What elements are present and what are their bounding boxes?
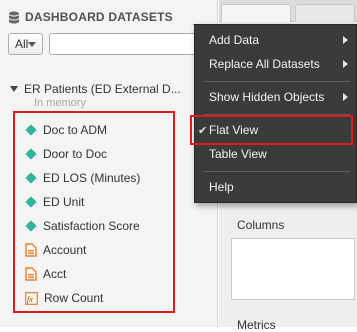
submenu-arrow-icon [343,36,348,44]
metric-diamond-icon [25,220,37,232]
database-icon [9,11,19,23]
field-label: Doc to ADM [43,123,108,137]
list-item[interactable]: Acct [25,262,175,286]
menu-divider [203,114,350,115]
dataset-options-menu: Add Data Replace All Datasets Show Hidde… [194,24,357,203]
search-input[interactable] [49,33,215,55]
menu-item-help[interactable]: Help [195,176,357,198]
field-label: Row Count [44,291,104,305]
menu-item-label: Help [209,180,234,194]
panel-title: DASHBOARD DATASETS [25,10,173,24]
datasets-panel: DASHBOARD DATASETS All ER Patients (ED E… [0,0,218,327]
checkmark-icon: ✔ [198,124,208,137]
panel-header: DASHBOARD DATASETS [8,8,173,26]
menu-divider [203,171,350,172]
menu-item-label: Flat View [209,123,259,137]
menu-item-table-view[interactable]: Table View [195,143,357,165]
tab-active[interactable] [221,4,291,22]
select-value: All [15,37,29,51]
tab-inactive[interactable] [295,4,355,22]
columns-label: Columns [237,218,285,232]
menu-item-replace-all-datasets[interactable]: Replace All Datasets [195,53,357,75]
metric-diamond-icon [25,172,37,184]
menu-item-label: Replace All Datasets [209,57,320,71]
menu-divider [203,81,350,82]
tab-strip [219,0,357,22]
dataset-header[interactable]: ER Patients (ED External D... [10,80,181,98]
metric-diamond-icon [25,196,37,208]
menu-item-label: Show Hidden Objects [209,90,325,104]
list-item[interactable]: Doc to ADM [25,118,175,142]
submenu-arrow-icon [343,60,348,68]
menu-item-show-hidden-objects[interactable]: Show Hidden Objects [195,86,357,108]
svg-text:fx: fx [27,295,33,304]
metrics-label: Metrics [237,318,276,332]
dataset-name: ER Patients (ED External D... [24,82,181,96]
field-label: Account [43,243,87,257]
field-label: ED LOS (Minutes) [43,171,141,185]
attribute-icon [25,267,37,281]
menu-item-label: Add Data [209,33,260,47]
fx-icon: fx [25,291,38,305]
attribute-icon [25,243,37,257]
menu-item-add-data[interactable]: Add Data [195,29,357,51]
field-label: Acct [43,267,67,281]
list-item[interactable]: ED LOS (Minutes) [25,166,175,190]
columns-drop-zone[interactable] [231,238,355,300]
list-item[interactable]: ED Unit [25,190,175,214]
dataset-status: In memory [34,97,86,109]
menu-item-label: Table View [209,147,267,161]
list-item[interactable]: Door to Doc [25,142,175,166]
field-list: Doc to ADM Door to Doc ED LOS (Minutes) … [25,118,175,310]
metric-diamond-icon [25,124,37,136]
submenu-arrow-icon [343,93,348,101]
list-item[interactable]: Satisfaction Score [25,214,175,238]
filter-row: All [8,32,215,56]
metric-diamond-icon [25,148,37,160]
field-label: Satisfaction Score [43,219,140,233]
object-type-select[interactable]: All [8,33,44,55]
list-item[interactable]: fx Row Count [25,286,175,310]
collapse-triangle-icon[interactable] [10,86,18,92]
menu-item-flat-view[interactable]: ✔ Flat View [195,119,357,141]
list-item[interactable]: Account [25,238,175,262]
chevron-down-icon [28,41,37,47]
field-label: ED Unit [43,195,85,209]
field-label: Door to Doc [43,147,108,161]
